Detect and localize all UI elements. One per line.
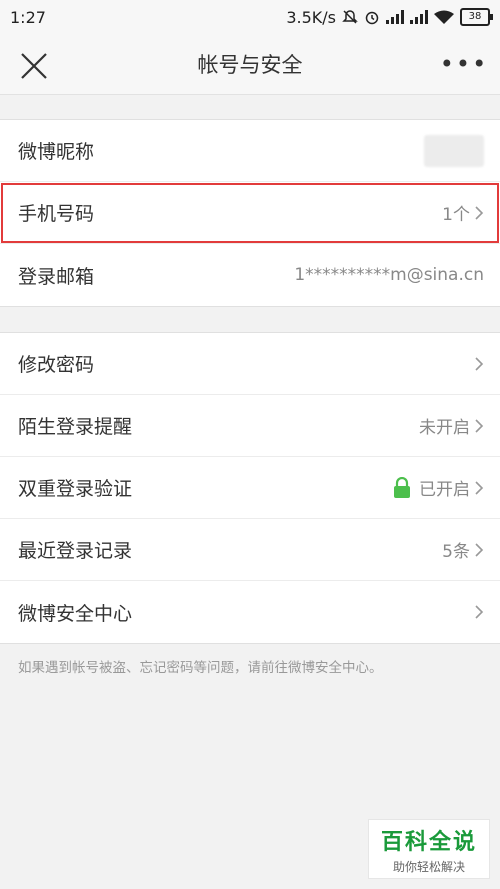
nickname-blurred-value [424,134,484,167]
network-speed: 3.5K/s [286,7,336,27]
row-value: 5条 [442,542,470,562]
row-label: 修改密码 [18,354,95,376]
security-settings-group: 修改密码 陌生登录提醒 未开启 双重登录验证 已开启 最近登录记录 5条 微博安… [0,332,500,644]
lock-icon [394,476,410,498]
row-change-password[interactable]: 修改密码 [0,333,500,395]
battery-icon: 38 [460,8,493,26]
help-footnote: 如果遇到帐号被盗、忘记密码等问题，请前往微博安全中心。 [18,660,383,676]
chevron-right-icon [475,480,484,495]
row-label: 微博昵称 [18,141,95,163]
row-unfamiliar-login-alert[interactable]: 陌生登录提醒 未开启 [0,395,500,457]
watermark-logo: 百科全说 助你轻松解决 [368,819,490,879]
close-icon[interactable] [18,50,50,82]
row-label: 陌生登录提醒 [18,416,133,438]
watermark-subtitle: 助你轻松解决 [392,859,465,874]
row-label: 双重登录验证 [18,478,133,500]
page-title: 帐号与安全 [197,53,303,77]
chevron-right-icon [475,356,484,371]
row-value: 已开启 [419,480,470,500]
row-label: 登录邮箱 [18,265,95,288]
status-icons: 3.5K/s 38 [286,7,493,27]
row-weibo-nickname[interactable]: 微博昵称 [0,120,500,182]
row-two-step-verification[interactable]: 双重登录验证 已开启 [0,457,500,519]
row-label: 最近登录记录 [18,540,133,562]
row-value: 未开启 [419,418,470,438]
status-time: 1:27 [10,7,46,27]
alarm-icon [365,11,379,25]
signal-hd-icon [410,10,428,24]
row-recent-login-records[interactable]: 最近登录记录 5条 [0,519,500,581]
row-label: 手机号码 [18,203,95,225]
more-options-button[interactable]: ••• [440,48,486,80]
watermark-title: 百科全说 [380,829,477,855]
wifi-icon [434,10,454,24]
account-info-group: 微博昵称 手机号码 1个 登录邮箱 1**********m@sina.cn [0,119,500,307]
row-label: 微博安全中心 [18,602,133,625]
row-login-email[interactable]: 登录邮箱 1**********m@sina.cn [0,244,500,306]
chevron-right-icon [475,605,484,619]
chevron-right-icon [475,418,484,433]
row-value: 1**********m@sina.cn [294,265,484,285]
chevron-right-icon [475,205,484,220]
row-value: 1个 [442,205,470,225]
signal-icon [386,10,404,24]
row-weibo-security-center[interactable]: 微博安全中心 [0,581,500,643]
chevron-right-icon [475,542,484,557]
nav-bar: 帐号与安全 ••• [0,34,500,95]
mute-icon [342,10,358,24]
status-bar: 1:27 3.5K/s 38 [0,0,500,34]
row-phone-number[interactable]: 手机号码 1个 [0,182,500,244]
